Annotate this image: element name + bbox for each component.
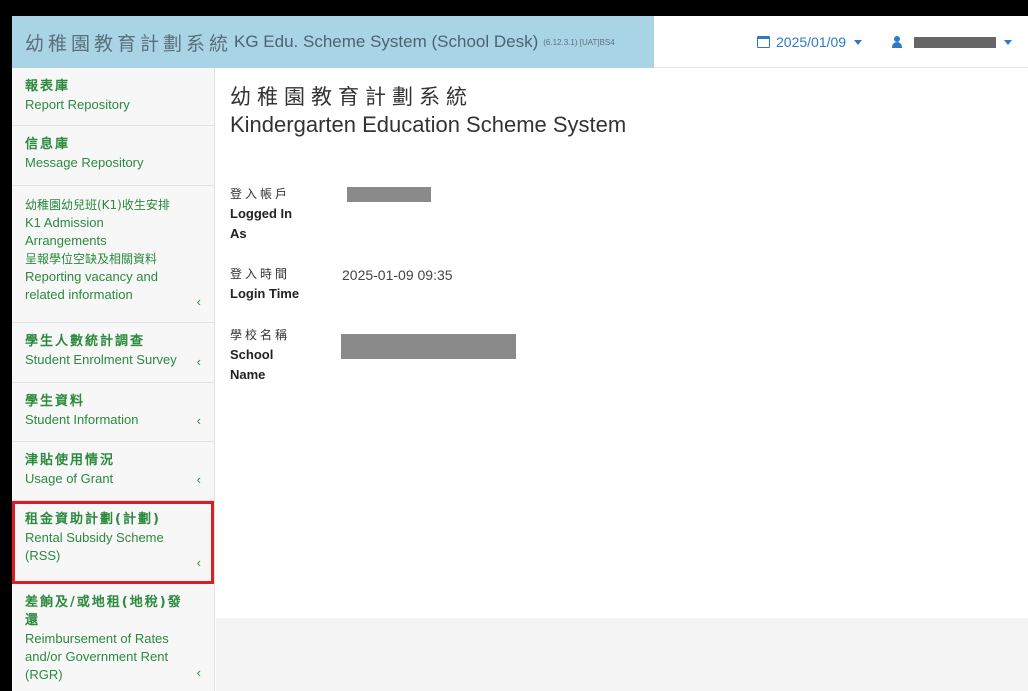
chevron-left-icon: ‹ [196,472,201,487]
menu-sublabel-en: Reporting vacancy and related informatio… [25,269,158,302]
label-zh: 登入時間 [230,267,291,281]
top-navbar: 幼稚園教育計劃系統 KG Edu. Scheme System (School … [12,16,1028,68]
sidebar: 報表庫 Report Repository 信息庫 Message Reposi… [12,68,215,691]
menu-label-en: Reimbursement of Rates and/or Government… [25,631,169,682]
login-time-value: 2025-01-09 09:35 [342,267,453,283]
sidebar-item-usage-of-grant[interactable]: 津貼使用情況 Usage of Grant ‹ [12,442,214,501]
redacted-school-name [341,334,516,359]
brand-title-zh: 幼稚園教育計劃系統 [25,32,233,55]
menu-label-en: Rental Subsidy Scheme (RSS) [25,530,164,563]
caret-down-icon [854,39,863,45]
label-zh: 登入帳戶 [230,187,291,201]
sidebar-item-rental-subsidy-scheme[interactable]: 租金資助計劃(計劃) Rental Subsidy Scheme (RSS) ‹ [12,501,214,584]
label-en: School Name [230,347,274,382]
menu-label-zh: 信息庫 [25,137,71,152]
menu-label-en: Report Repository [25,97,130,112]
app-window: 幼稚園教育計劃系統 KG Edu. Scheme System (School … [12,16,1028,691]
login-time-row: 登入時間 Login Time [230,265,310,304]
menu-label-en: K1 Admission Arrangements [25,215,107,248]
menu-label-zh: 報表庫 [25,79,71,94]
sidebar-item-k1-admission[interactable]: 幼稚園幼兒班(K1)收生安排 K1 Admission Arrangements… [12,186,214,323]
sidebar-item-reimbursement-rates[interactable]: 差餉及/或地租(地稅)發還 Reimbursement of Rates and… [12,584,214,691]
label-zh: 學校名稱 [230,328,291,342]
label-en: Logged In As [230,206,293,241]
menu-label-zh: 學生資料 [25,394,86,409]
school-name-row: 學校名稱 School Name [230,326,310,385]
date-dropdown[interactable]: 2025/01/09 [757,16,863,68]
menu-label-zh: 學生人數統計調查 [25,334,146,349]
menu-label-en: Student Enrolment Survey [25,352,177,367]
redacted-account [347,187,431,202]
menu-sublabel-zh: 呈報學位空缺及相關資料 [25,252,158,266]
menu-label-zh: 幼稚園幼兒班(K1)收生安排 [25,198,170,212]
chevron-left-icon: ‹ [196,665,201,680]
caret-down-icon [1004,39,1012,45]
menu-label-zh: 津貼使用情況 [25,453,116,468]
sidebar-item-report-repository[interactable]: 報表庫 Report Repository [12,68,214,126]
chevron-left-icon: ‹ [196,354,201,369]
label-en: Login Time [230,286,300,301]
current-date: 2025/01/09 [776,34,847,50]
logged-in-as-label: 登入帳戶 Logged In As [230,185,310,244]
menu-label-en: Student Information [25,412,139,427]
menu-label-zh: 租金資助計劃(計劃) [25,512,161,527]
main-content: 幼稚園教育計劃系統 Kindergarten Education Scheme … [216,68,1028,618]
brand[interactable]: 幼稚園教育計劃系統 KG Edu. Scheme System (School … [12,16,654,68]
page-title-zh: 幼稚園教育計劃系統 [230,85,473,109]
menu-label-en: Message Repository [25,155,144,170]
brand-title-en: KG Edu. Scheme System (School Desk) [234,32,539,51]
login-time-label: 登入時間 Login Time [230,265,310,304]
brand-version: (6.12.3.1) [UAT]BS4 [543,37,615,47]
redacted-username [914,36,996,48]
logged-in-as-row: 登入帳戶 Logged In As [230,185,310,244]
menu-label-zh: 差餉及/或地租(地稅)發還 [25,595,183,628]
footer-area [216,618,1028,691]
menu-label-en: Usage of Grant [25,471,114,486]
chevron-left-icon: ‹ [196,413,201,428]
chevron-left-icon: ‹ [196,294,201,309]
user-icon [892,36,902,48]
sidebar-item-student-enrolment-survey[interactable]: 學生人數統計調查 Student Enrolment Survey ‹ [12,323,214,383]
calendar-icon [757,36,770,48]
sidebar-item-student-information[interactable]: 學生資料 Student Information ‹ [12,383,214,442]
user-dropdown[interactable] [892,16,1012,68]
chevron-left-icon: ‹ [196,555,201,570]
school-name-label: 學校名稱 School Name [230,326,310,385]
sidebar-item-message-repository[interactable]: 信息庫 Message Repository [12,126,214,186]
page-title-en: Kindergarten Education Scheme System [230,112,627,137]
